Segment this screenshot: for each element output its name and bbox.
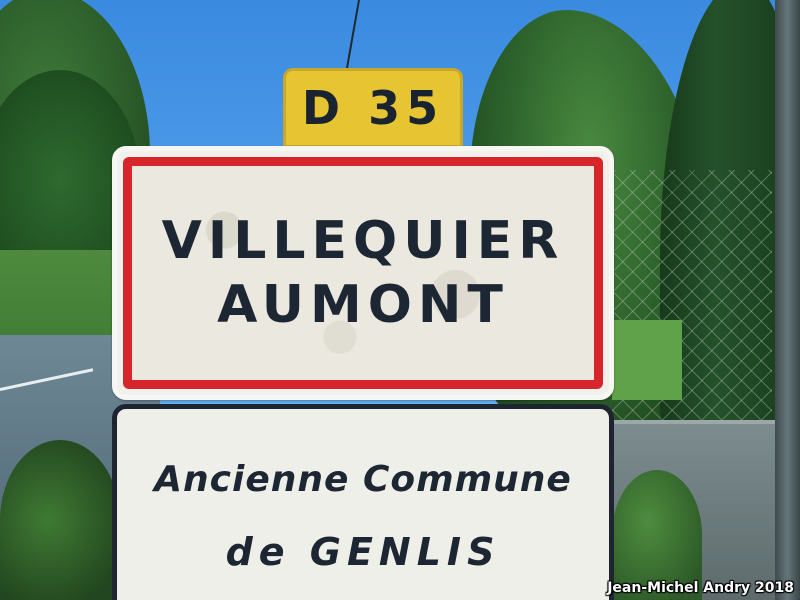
former-commune-label: Ancienne Commune	[154, 459, 572, 500]
lawn	[612, 320, 682, 400]
town-sign-panel: VILLEQUIER AUMONT	[123, 157, 603, 389]
town-entry-sign: VILLEQUIER AUMONT	[112, 146, 614, 400]
overhead-wire	[345, 0, 360, 70]
town-name-line-2: AUMONT	[217, 275, 509, 335]
road-number: D 35	[301, 81, 445, 135]
former-commune-name: de GENLIS	[225, 530, 501, 574]
street-photo: D 35 VILLEQUIER AUMONT Ancienne Commune …	[0, 0, 800, 600]
town-name-line-1: VILLEQUIER	[161, 211, 565, 271]
photo-credit: Jean-Michel Andry 2018	[607, 580, 794, 596]
former-commune-sign: Ancienne Commune de GENLIS	[112, 404, 614, 600]
road-number-plate: D 35	[283, 68, 463, 148]
gate-post	[775, 0, 800, 600]
shrub	[0, 440, 120, 600]
